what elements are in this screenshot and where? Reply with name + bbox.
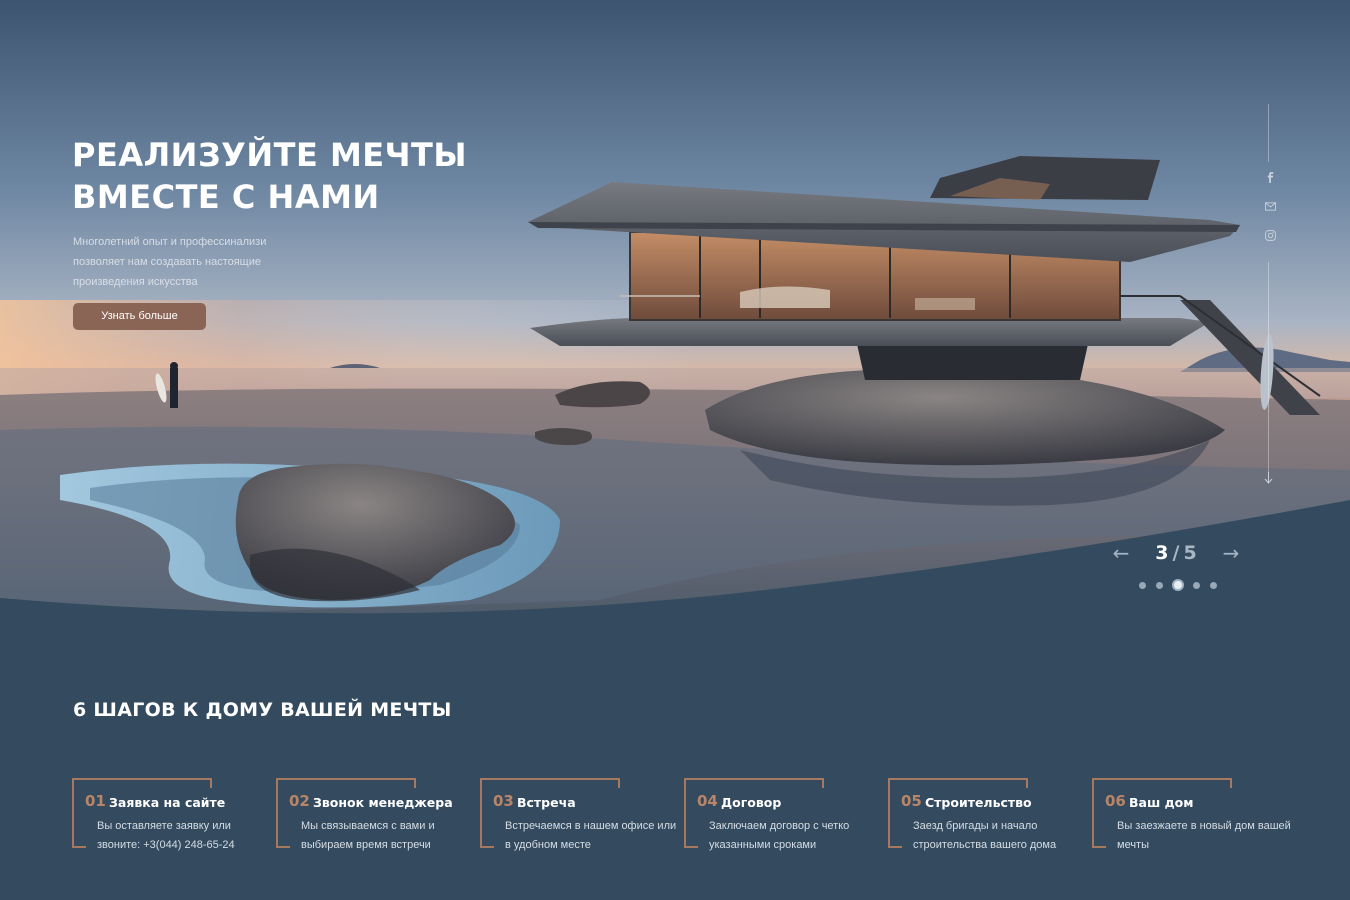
hero-title: РЕАЛИЗУЙТЕ МЕЧТЫ ВМЕСТЕ С НАМИ [72, 134, 592, 218]
facebook-icon[interactable] [1258, 170, 1282, 199]
step-frame-left [684, 778, 686, 848]
step-frame-bottom [1092, 846, 1106, 848]
step-frame-left [276, 778, 278, 848]
hero-title-line-1: РЕАЛИЗУЙТЕ МЕЧТЫ [72, 136, 467, 174]
step-name: Заявка на сайте [109, 795, 226, 810]
step-frame-top [1092, 778, 1232, 788]
step-description: Мы связываемся с вами и выбираем время в… [301, 820, 435, 851]
step-frame-left [480, 778, 482, 848]
social-divider-bottom [1268, 262, 1269, 472]
slider-dot-5[interactable] [1210, 581, 1217, 589]
instagram-icon[interactable] [1258, 228, 1282, 257]
step-frame-bottom [888, 846, 902, 848]
step-item: 02 Звонок менеджера Мы связываемся с вам… [276, 778, 466, 851]
prev-slide-arrow[interactable]: ← [1110, 538, 1132, 568]
step-number: 06 [1105, 792, 1126, 810]
step-frame-left [72, 778, 74, 848]
step-frame-bottom [276, 846, 290, 848]
step-frame-left [1092, 778, 1094, 848]
slider-dot-1[interactable] [1139, 581, 1146, 589]
hero-section: РЕАЛИЗУЙТЕ МЕЧТЫ ВМЕСТЕ С НАМИ Многолетн… [0, 0, 1350, 620]
step-frame-top [888, 778, 1028, 788]
step-description: Заезд бригады и начало строительства ваш… [913, 820, 1057, 851]
step-item: 04 Договор Заключаем договор с четко ука… [684, 778, 874, 851]
step-frame-bottom [684, 846, 698, 848]
step-frame-bottom [72, 846, 86, 848]
mail-icon[interactable] [1258, 199, 1282, 228]
step-number: 01 [85, 792, 106, 810]
step-item: 06 Ваш дом Вы заезжаете в новый дом ваше… [1092, 778, 1291, 851]
step-description: Заключаем договор с четко указанными сро… [709, 820, 850, 851]
slider-dot-4[interactable] [1193, 581, 1200, 589]
step-frame-top [276, 778, 416, 788]
step-number: 03 [493, 792, 514, 810]
step-name: Договор [721, 795, 782, 810]
hero-subtitle: Многолетний опыт и профессинализи позвол… [73, 236, 267, 288]
step-number: 05 [901, 792, 922, 810]
step-name: Звонок менеджера [313, 795, 453, 810]
step-frame-bottom [480, 846, 494, 848]
step-frame-top [684, 778, 824, 788]
steps-section-title: 6 ШАГОВ К ДОМУ ВАШЕЙ МЕЧТЫ [73, 699, 452, 721]
step-item: 05 Строительство Заезд бригады и начало … [888, 778, 1078, 851]
step-item: 03 Встреча Встречаемся в нашем офисе или… [480, 778, 676, 851]
step-frame-top [72, 778, 212, 788]
slider-dot-2[interactable] [1156, 581, 1163, 589]
total-slides: 5 [1183, 542, 1197, 564]
next-slide-arrow[interactable]: → [1220, 538, 1242, 568]
slider-dots [1134, 579, 1222, 591]
step-name: Встреча [517, 795, 576, 810]
step-frame-left [888, 778, 890, 848]
step-name: Ваш дом [1129, 795, 1194, 810]
learn-more-button[interactable]: Узнать больше [73, 303, 206, 330]
steps-list: 01 Заявка на сайте Вы оставляете заявку … [72, 778, 1291, 851]
step-item: 01 Заявка на сайте Вы оставляете заявку … [72, 778, 262, 851]
hero-title-line-2: ВМЕСТЕ С НАМИ [72, 178, 380, 216]
step-number: 02 [289, 792, 310, 810]
step-frame-top [480, 778, 620, 788]
slider-dot-3[interactable] [1172, 579, 1184, 591]
current-slide: 3 [1155, 542, 1169, 564]
step-description: Встречаемся в нашем офисе или в удобном … [505, 820, 677, 851]
step-name: Строительство [925, 795, 1032, 810]
social-divider-top [1268, 104, 1269, 162]
step-number: 04 [697, 792, 718, 810]
slide-count: 3/5 [1155, 542, 1196, 564]
slide-separator: / [1172, 542, 1180, 564]
step-description: Вы заезжаете в новый дом вашей мечты [1117, 820, 1291, 851]
social-links [1258, 170, 1282, 257]
step-description: Вы оставляете заявку или звоните: +3(044… [97, 820, 235, 851]
slider-counter: ← 3/5 → [1110, 538, 1242, 568]
scroll-down-icon [1264, 472, 1273, 484]
